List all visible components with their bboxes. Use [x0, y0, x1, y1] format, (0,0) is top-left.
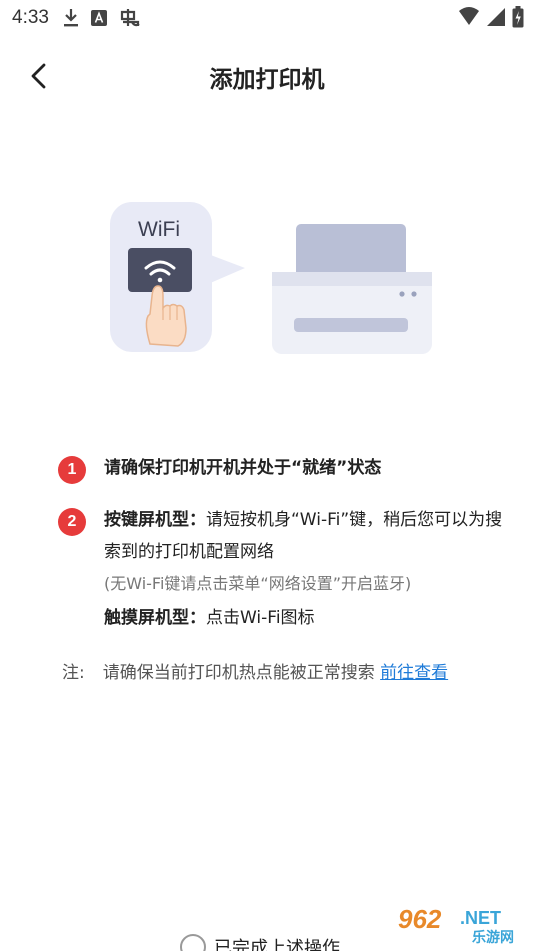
app-a-icon [90, 10, 107, 26]
step-2-text: 按键屏机型：请短按机身“Wi-Fi”键，稍后您可以为搜索到的打印机配置网络 (无… [104, 504, 518, 634]
battery-charging-icon [512, 6, 524, 28]
instruction-steps: 1 请确保打印机开机并处于“就绪”状态 2 按键屏机型：请短按机身“Wi-Fi”… [58, 452, 518, 634]
confirm-option[interactable]: 已完成上述操作 [180, 934, 340, 951]
confirm-label: 已完成上述操作 [214, 938, 340, 951]
status-system-icons [458, 6, 524, 28]
step-1: 1 请确保打印机开机并处于“就绪”状态 [58, 452, 518, 484]
touch-model-instruction: 触摸屏机型：点击Wi-Fi图标 [104, 602, 518, 634]
key-model-label: 按键屏机型： [104, 510, 206, 530]
step-2: 2 按键屏机型：请短按机身“Wi-Fi”键，稍后您可以为搜索到的打印机配置网络 … [58, 504, 518, 634]
notice-label: 注: [62, 663, 85, 683]
step-1-text: 请确保打印机开机并处于“就绪”状态 [104, 458, 382, 478]
watermark-number: 962 [398, 904, 442, 934]
bug-icon [120, 9, 140, 27]
confirm-radio[interactable] [180, 934, 206, 951]
header: 添加打印机 [0, 44, 534, 108]
key-model-instruction: 按键屏机型：请短按机身“Wi-Fi”键，稍后您可以为搜索到的打印机配置网络 [104, 504, 518, 568]
step-1-badge: 1 [58, 456, 86, 484]
touch-model-label: 触摸屏机型： [104, 608, 206, 628]
page-title: 添加打印机 [209, 67, 325, 93]
no-key-note: (无Wi-Fi键请点击菜单“网络设置”开启蓝牙) [104, 574, 412, 593]
wifi-label: WiFi [138, 218, 180, 241]
printer-wifi-illustration: WiFi [100, 196, 440, 366]
notice-text: 请确保当前打印机热点能被正常搜索 [102, 663, 375, 683]
status-notification-icons [63, 8, 141, 28]
notice: 注: 请确保当前打印机热点能被正常搜索 前往查看 [62, 658, 448, 683]
watermark-cn: 乐游网 [472, 929, 514, 946]
touch-model-text: 点击Wi-Fi图标 [206, 608, 315, 628]
download-icon [63, 9, 78, 27]
wifi-signal-icon [459, 7, 479, 25]
status-bar: 4:33 [0, 0, 534, 36]
step-2-badge: 2 [58, 508, 86, 536]
view-link[interactable]: 前往查看 [380, 663, 448, 683]
cell-signal-icon [487, 8, 505, 26]
status-time: 4:33 [12, 7, 49, 28]
printer-icon [272, 224, 432, 354]
watermark-logo: 962 .NET 乐游网 [392, 902, 528, 946]
watermark-suffix: .NET [460, 908, 501, 928]
